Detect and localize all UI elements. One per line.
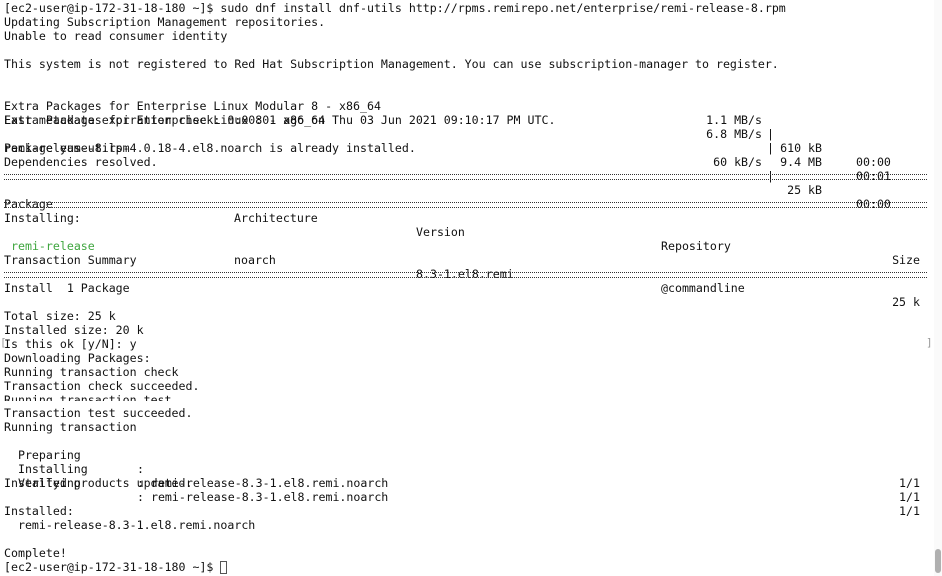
output-install-count: Install 1 Package <box>4 281 130 295</box>
table-header: Package Architecture Version Repository … <box>4 183 927 267</box>
command-line: [ec2-user@ip-172-31-18-180 ~]$ sudo dnf … <box>4 1 786 15</box>
output-total-size: Total size: 25 k <box>4 309 116 323</box>
step-progress: 1/1 <box>899 504 920 518</box>
table-row: remi-release noarch 8.3-1.el8.remi @comm… <box>4 225 927 309</box>
header-repository: Repository <box>661 239 731 253</box>
output-already-installed: Package yum-utils-4.0.18-4.el8.noarch is… <box>4 141 416 155</box>
row-size: 25 k <box>892 295 920 309</box>
output-installed-pkg: remi-release-8.3-1.el8.remi.noarch <box>4 518 256 532</box>
repo-line: Extra Packages for Enterprise Linux Modu… <box>4 85 934 169</box>
output-test-succeeded: Transaction test succeeded. <box>4 406 193 420</box>
output-downloading: Downloading Packages: <box>4 351 151 365</box>
output-metadata-check: Last metadata expiration check: 0:00:01 … <box>4 113 556 127</box>
output-installed-size: Installed size: 20 k <box>4 323 144 337</box>
terminal-window[interactable]: [ec2-user@ip-172-31-18-180 ~]$ sudo dnf … <box>0 0 934 576</box>
step-row: Preparing : 1/1 <box>4 434 927 490</box>
step-row: Verifying : remi-release-8.3-1.el8.remi.… <box>4 462 927 518</box>
vertical-scrollbar[interactable] <box>934 0 942 576</box>
final-prompt-line[interactable]: [ec2-user@ip-172-31-18-180 ~]$ <box>4 560 228 574</box>
output-check-succeeded: Transaction check succeeded. <box>4 379 200 393</box>
output-installed-label: Installed: <box>4 504 74 518</box>
step-detail: : remi-release-8.3-1.el8.remi.noarch <box>137 490 389 504</box>
selection-bracket-left: [ <box>0 336 7 349</box>
output-products-updated: Installed products updated. <box>4 476 193 490</box>
output-installing-label: Installing: <box>4 211 81 225</box>
output-running-check: Running transaction check <box>4 365 179 379</box>
shell-prompt: [ec2-user@ip-172-31-18-180 ~]$ <box>4 560 221 574</box>
repo-size: 9.4 MB <box>780 155 822 169</box>
selection-bracket-right: ] <box>926 336 933 349</box>
row-package: remi-release <box>11 239 95 253</box>
output-updating: Updating Subscription Management reposit… <box>4 15 326 29</box>
repo-speed: 1.1 MB/s <box>706 113 762 127</box>
header-architecture: Architecture <box>234 211 318 225</box>
repo-time: 00:00 <box>856 155 891 169</box>
output-confirm-prompt: Is this ok [y/N]: y <box>4 337 137 351</box>
rpm-speed: 60 kB/s <box>713 155 762 169</box>
text-cursor[interactable] <box>220 561 228 574</box>
output-unable: Unable to read consumer identity <box>4 29 228 43</box>
output-transaction-summary: Transaction Summary <box>4 253 137 267</box>
repo-size: 610 kB <box>780 141 822 155</box>
separator-pipe: | <box>767 141 774 155</box>
command-text: sudo dnf install dnf-utils http://rpms.r… <box>220 1 786 15</box>
output-not-registered: This system is not registered to Red Hat… <box>4 57 779 71</box>
output-complete: Complete! <box>4 546 67 560</box>
step-row: Installing : remi-release-8.3-1.el8.remi… <box>4 448 927 504</box>
rpm-download-line: remi-release-8.rpm 60 kB/s | 25 kB 00:00 <box>4 127 934 211</box>
output-running-test: Running transaction test <box>4 393 172 401</box>
output-deps-resolved: Dependencies resolved. <box>4 155 158 169</box>
output-running-transaction: Running transaction <box>4 420 137 434</box>
row-architecture: noarch <box>234 253 276 267</box>
scrollbar-thumb[interactable] <box>935 549 941 573</box>
shell-prompt: [ec2-user@ip-172-31-18-180 ~]$ <box>4 1 221 15</box>
header-size: Size <box>892 253 920 267</box>
row-repository: @commandline <box>661 281 745 295</box>
step-progress: 1/1 <box>899 476 920 490</box>
repo-line: Extra Packages for Enterprise Linux 8 - … <box>4 99 934 183</box>
step-progress: 1/1 <box>899 490 920 504</box>
